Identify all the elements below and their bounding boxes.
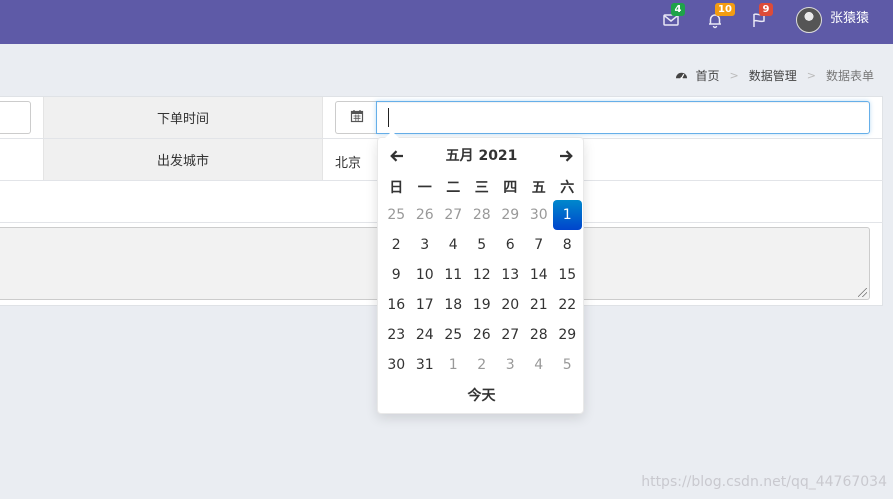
day-cell[interactable]: 2 [468,350,497,380]
breadcrumb-data-management[interactable]: 数据管理 [749,67,797,84]
notifications-badge: 10 [715,3,735,16]
day-cell[interactable]: 29 [496,200,525,230]
day-cell[interactable]: 9 [382,260,411,290]
dashboard-icon [675,69,688,82]
watermark: https://blog.csdn.net/qq_44767034 [641,474,887,490]
today-button[interactable]: 今天 [378,386,585,406]
day-cell[interactable]: 18 [439,290,468,320]
top-navbar: 4 10 9 张猿猿 [0,0,893,44]
user-avatar[interactable] [796,7,822,33]
day-cell[interactable]: 25 [382,200,411,230]
flags-button[interactable]: 9 [750,3,773,29]
day-cell-selected[interactable]: 1 [553,200,582,230]
day-cell[interactable]: 26 [468,320,497,350]
day-cell[interactable]: 27 [439,200,468,230]
prev-month-button[interactable] [386,146,408,166]
day-cell[interactable]: 29 [553,320,582,350]
breadcrumb-home[interactable]: 首页 [696,67,720,84]
day-cell[interactable]: 13 [496,260,525,290]
day-cell[interactable]: 11 [439,260,468,290]
left-text-input[interactable] [0,101,31,134]
day-cell[interactable]: 31 [411,350,440,380]
day-cell[interactable]: 15 [553,260,582,290]
messages-badge: 4 [671,3,685,16]
departure-city-value[interactable]: 北京 [335,152,361,171]
day-cell[interactable]: 21 [525,290,554,320]
weekday-wed: 三 [474,180,489,196]
datepicker-header: 五月 2021 [378,146,585,166]
calendar-icon [350,109,364,127]
week-row: 16 17 18 19 20 21 22 [382,290,582,320]
day-cell[interactable]: 1 [439,350,468,380]
day-cell[interactable]: 28 [468,200,497,230]
day-cell[interactable]: 12 [468,260,497,290]
day-cell[interactable]: 28 [525,320,554,350]
weekday-tue: 二 [446,180,461,196]
text-caret [388,108,389,127]
departure-city-label: 出发城市 [43,139,323,180]
breadcrumb-current: 数据表单 [825,69,874,83]
breadcrumb: 首页 > 数据管理 > 数据表单 [675,67,874,84]
day-cell[interactable]: 24 [411,320,440,350]
day-cell[interactable]: 19 [468,290,497,320]
week-row: 30 31 1 2 3 4 5 [382,350,582,380]
datepicker-month-title[interactable]: 五月 2021 [418,146,545,166]
weekday-fri: 五 [531,180,546,196]
order-time-label: 下单时间 [43,97,323,138]
datepicker-days-grid: 日 一 二 三 四 五 六 25 26 27 28 29 30 1 2 3 4 5 6 7 8 9 10 11 1… [382,174,582,380]
weekday-sun: 日 [389,180,404,196]
day-cell[interactable]: 30 [525,200,554,230]
notifications-button[interactable]: 10 [706,3,735,29]
week-row: 23 24 25 26 27 28 29 [382,320,582,350]
day-cell[interactable]: 17 [411,290,440,320]
calendar-addon[interactable] [335,101,377,134]
order-time-input-caret-layer [376,101,870,134]
day-cell[interactable]: 3 [411,230,440,260]
day-cell[interactable]: 4 [439,230,468,260]
flags-badge: 9 [759,3,773,16]
day-cell[interactable]: 14 [525,260,554,290]
user-name[interactable]: 张猿猿 [830,11,869,27]
day-cell[interactable]: 25 [439,320,468,350]
day-cell[interactable]: 30 [382,350,411,380]
day-cell[interactable]: 7 [525,230,554,260]
day-cell[interactable]: 16 [382,290,411,320]
arrow-left-icon [386,148,408,164]
weekday-thu: 四 [503,180,518,196]
arrow-right-icon [555,148,577,164]
week-row: 2345678 [382,230,582,260]
day-cell[interactable]: 27 [496,320,525,350]
day-cell[interactable]: 23 [382,320,411,350]
weekday-mon: 一 [417,180,432,196]
day-cell[interactable]: 5 [553,350,582,380]
datepicker-dropdown: 五月 2021 日 一 二 三 四 五 六 25 26 27 28 29 30 1 2 3 4 5 6… [377,131,585,414]
day-cell[interactable]: 10 [411,260,440,290]
weekday-header-row: 日 一 二 三 四 五 六 [382,174,582,200]
datepicker-pointer [385,131,399,138]
day-cell[interactable]: 22 [553,290,582,320]
breadcrumb-separator: > [729,69,739,82]
day-cell[interactable]: 8 [553,230,582,260]
week-row: 9 10 11 12 13 14 15 [382,260,582,290]
day-cell[interactable]: 5 [468,230,497,260]
day-cell[interactable]: 3 [496,350,525,380]
day-cell[interactable]: 20 [496,290,525,320]
resize-handle[interactable] [858,288,867,297]
day-cell[interactable]: 2 [382,230,411,260]
day-cell[interactable]: 6 [496,230,525,260]
day-cell[interactable]: 26 [411,200,440,230]
breadcrumb-separator: > [806,69,816,82]
week-row: 25 26 27 28 29 30 1 [382,200,582,230]
day-cell[interactable]: 4 [525,350,554,380]
weekday-sat: 六 [560,180,575,196]
messages-button[interactable]: 4 [662,3,685,29]
next-month-button[interactable] [555,146,577,166]
